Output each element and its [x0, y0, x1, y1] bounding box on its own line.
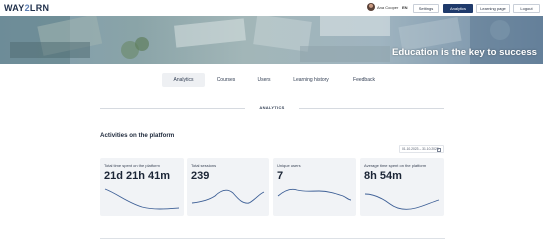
top-bar: WAY2LRN Ana Cooper EN Settings Analytics…	[0, 0, 543, 16]
logo-text-lrn: LRN	[29, 3, 50, 13]
avatar	[367, 3, 375, 11]
sparkline-average-time	[364, 193, 440, 210]
card-value: 21d 21h 41m	[104, 170, 171, 182]
section-tabs: Analytics Courses Users Learning history…	[0, 73, 543, 87]
stat-card-total-sessions: Total sessions 239	[187, 158, 269, 216]
banner-tagline: Education is the key to success	[391, 47, 537, 58]
tab-courses[interactable]: Courses	[210, 73, 242, 87]
user-name: Ana Cooper	[377, 4, 399, 10]
calendar-icon	[437, 147, 441, 152]
tab-feedback[interactable]: Feedback	[344, 73, 384, 87]
stat-card-average-time: Average time spent on the platform 8h 54…	[360, 158, 444, 216]
card-value: 239	[191, 170, 210, 182]
date-range-text: 01.10.2023 – 31.10.2023	[402, 147, 439, 151]
hero-banner: Education is the key to success	[0, 16, 543, 64]
tab-analytics[interactable]: Analytics	[162, 73, 205, 87]
user-profile[interactable]: Ana Cooper	[367, 3, 398, 11]
card-label: Total sessions	[191, 163, 217, 168]
sparkline-total-sessions	[191, 189, 265, 204]
activities-heading: Activities on the platform	[100, 132, 175, 139]
logout-button[interactable]: Logout	[513, 4, 540, 13]
card-value: 7	[277, 170, 284, 182]
card-label: Unique users	[277, 163, 301, 168]
card-value: 8h 54m	[364, 170, 402, 182]
way2lrn-logo[interactable]: WAY2LRN	[4, 3, 49, 13]
tab-learning-history[interactable]: Learning history	[288, 73, 334, 87]
section-title: ANALYTICS	[259, 105, 285, 110]
bottom-divider	[100, 238, 445, 239]
sparkline-total-time	[104, 188, 180, 210]
logo-text-way: WAY	[4, 3, 25, 13]
stat-card-total-time: Total time spent on the platform 21d 21h…	[100, 158, 184, 216]
language-selector[interactable]: EN	[402, 5, 408, 10]
divider-left	[100, 108, 245, 109]
card-label: Average time spent on the platform	[364, 163, 427, 168]
date-range-picker[interactable]: 01.10.2023 – 31.10.2023	[399, 145, 444, 153]
analytics-button[interactable]: Analytics	[443, 4, 473, 13]
divider-right	[299, 108, 444, 109]
settings-button[interactable]: Settings	[413, 4, 439, 13]
stat-card-unique-users: Unique users 7	[273, 158, 356, 216]
sparkline-unique-users	[277, 188, 352, 201]
tab-users[interactable]: Users	[250, 73, 278, 87]
card-label: Total time spent on the platform	[104, 163, 160, 168]
learning-page-button[interactable]: Learning page	[476, 4, 510, 13]
